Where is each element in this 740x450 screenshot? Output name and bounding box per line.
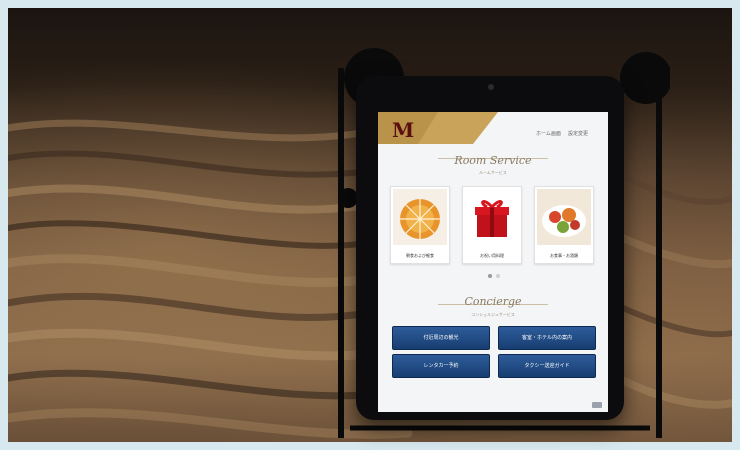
page-indicator-dot[interactable] <box>496 274 500 278</box>
tablet-screen: M ホーム画面 設定変更 Room Service ルームサービス 朝食および軽… <box>378 112 608 412</box>
page-indicator-dot[interactable] <box>488 274 492 278</box>
cake-icon <box>393 189 447 245</box>
concierge-title: Concierge <box>464 295 522 308</box>
tile-label: お祝い用料理 <box>480 253 504 258</box>
concierge-button-rental-car[interactable]: レンタカー予約 <box>392 354 490 378</box>
photo-frame: M ホーム画面 設定変更 Room Service ルームサービス 朝食および軽… <box>0 0 740 450</box>
concierge-button-guide[interactable]: 客室・ホテル内の案内 <box>498 326 596 350</box>
room-service-tile-celebration[interactable]: お祝い用料理 <box>462 186 522 264</box>
gift-box-icon <box>465 189 519 245</box>
tile-label: お食事・お酒類 <box>550 253 578 258</box>
room-service-tile-dining[interactable]: お食事・お酒類 <box>534 186 594 264</box>
concierge-button-sightseeing[interactable]: 付近周辺の観光 <box>392 326 490 350</box>
camera-icon <box>488 84 494 90</box>
hotel-logo[interactable]: M <box>392 118 414 142</box>
dish-icon <box>537 189 591 245</box>
settings-link[interactable]: 設定変更 <box>568 130 588 137</box>
room-service-title: Room Service <box>454 154 532 167</box>
concierge-button-taxi[interactable]: タクシー送迎ガイド <box>498 354 596 378</box>
room-service-tile-breakfast[interactable]: 朝食および軽食 <box>390 186 450 264</box>
keyboard-icon[interactable] <box>592 402 602 408</box>
room-service-subtitle: ルームサービス <box>479 170 507 175</box>
logo-banner <box>378 112 498 144</box>
concierge-subtitle: コンシェルジュサービス <box>471 312 515 317</box>
tile-label: 朝食および軽食 <box>406 253 434 258</box>
home-link[interactable]: ホーム画面 <box>536 130 561 137</box>
